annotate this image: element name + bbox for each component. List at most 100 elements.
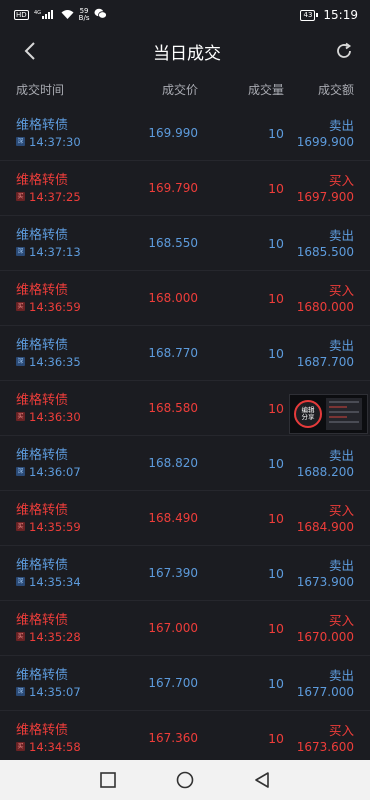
trade-time: 14:35:07 bbox=[29, 684, 81, 699]
trade-side: 卖出 bbox=[328, 557, 354, 573]
trade-amount: 1680.000 bbox=[296, 299, 354, 314]
recent-apps-icon[interactable] bbox=[100, 772, 116, 788]
trade-time-cell: 维格转债买 14:37:25 bbox=[16, 172, 122, 205]
trade-amount: 1685.500 bbox=[296, 244, 354, 259]
trade-price: 168.820 bbox=[148, 456, 198, 470]
exchange-tag: 深 bbox=[16, 577, 25, 586]
trade-time: 14:34:58 bbox=[29, 739, 81, 754]
trade-side: 卖出 bbox=[328, 447, 354, 463]
wechat-icon bbox=[94, 8, 108, 22]
trade-row[interactable]: 维格转债深 14:35:07 167.700 10 卖出 1677.000 bbox=[0, 656, 370, 711]
trade-row[interactable]: 维格转债买 14:35:59 168.490 10 买入 1684.900 bbox=[0, 491, 370, 546]
trade-time-cell: 维格转债买 14:35:59 bbox=[16, 502, 122, 535]
trade-time: 14:37:13 bbox=[29, 244, 81, 259]
bond-name: 维格转债 bbox=[16, 227, 69, 243]
trade-volume: 10 bbox=[268, 345, 284, 361]
trade-row[interactable]: 维格转债深 14:37:13 168.550 10 卖出 1685.500 bbox=[0, 216, 370, 271]
trade-side: 卖出 bbox=[328, 337, 354, 353]
trade-price: 168.490 bbox=[148, 511, 198, 525]
trade-row[interactable]: 维格转债买 14:34:58 167.360 10 买入 1673.600 bbox=[0, 711, 370, 766]
trade-price: 169.990 bbox=[148, 126, 198, 140]
exchange-tag: 买 bbox=[16, 742, 25, 751]
trade-price: 168.770 bbox=[148, 346, 198, 360]
trade-price: 167.700 bbox=[148, 676, 198, 690]
bond-name: 维格转债 bbox=[16, 502, 69, 518]
refresh-button[interactable] bbox=[330, 37, 358, 65]
trade-amount: 1697.900 bbox=[296, 189, 354, 204]
edit-share-button[interactable]: 编辑 分享 bbox=[294, 400, 322, 428]
trade-amount-cell: 卖出 1677.000 bbox=[284, 667, 354, 700]
bond-name: 维格转债 bbox=[16, 722, 69, 738]
trade-row[interactable]: 维格转债深 14:36:07 168.820 10 卖出 1688.200 bbox=[0, 436, 370, 491]
trade-side: 买入 bbox=[328, 722, 354, 738]
exchange-tag: 深 bbox=[16, 137, 25, 146]
exchange-tag: 深 bbox=[16, 357, 25, 366]
trade-amount-cell: 卖出 1688.200 bbox=[284, 447, 354, 480]
bond-name: 维格转债 bbox=[16, 667, 69, 683]
trade-price: 168.000 bbox=[148, 291, 198, 305]
page-title: 当日成交 bbox=[153, 43, 221, 64]
trade-row[interactable]: 维格转债买 14:36:59 168.000 10 买入 1680.000 bbox=[0, 271, 370, 326]
trade-amount-cell: 买入 1673.600 bbox=[284, 722, 354, 755]
back-nav-icon[interactable] bbox=[254, 772, 270, 788]
trade-price: 167.390 bbox=[148, 566, 198, 580]
back-button[interactable] bbox=[16, 37, 44, 65]
battery-icon: 43 bbox=[300, 9, 319, 21]
trade-row[interactable]: 维格转债深 14:36:35 168.770 10 卖出 1687.700 bbox=[0, 326, 370, 381]
trade-amount-cell: 卖出 1685.500 bbox=[284, 227, 354, 260]
nav-bar: 当日成交 bbox=[0, 30, 370, 72]
trade-time: 14:36:59 bbox=[29, 299, 81, 314]
trade-price: 169.790 bbox=[148, 181, 198, 195]
trade-amount-cell: 卖出 1687.700 bbox=[284, 337, 354, 370]
trade-time: 14:36:30 bbox=[29, 409, 81, 424]
trade-volume: 10 bbox=[268, 125, 284, 141]
bond-name: 维格转债 bbox=[16, 612, 69, 628]
trade-volume: 10 bbox=[268, 235, 284, 251]
exchange-tag: 买 bbox=[16, 192, 25, 201]
header-price: 成交价 bbox=[161, 82, 198, 97]
trade-row[interactable]: 维格转债买 14:37:25 169.790 10 买入 1697.900 bbox=[0, 161, 370, 216]
trade-time-cell: 维格转债深 14:36:35 bbox=[16, 337, 122, 370]
exchange-tag: 买 bbox=[16, 522, 25, 531]
status-left: HD 4G 59 B/s bbox=[14, 8, 108, 22]
trade-amount-cell: 买入 1670.000 bbox=[284, 612, 354, 645]
exchange-tag: 买 bbox=[16, 632, 25, 641]
svg-text:4G: 4G bbox=[34, 10, 41, 16]
trade-side: 买入 bbox=[328, 282, 354, 298]
trade-amount: 1684.900 bbox=[296, 519, 354, 534]
trade-price: 167.000 bbox=[148, 621, 198, 635]
trade-time-cell: 维格转债深 14:35:07 bbox=[16, 667, 122, 700]
trade-amount: 1699.900 bbox=[296, 134, 354, 149]
exchange-tag: 深 bbox=[16, 687, 25, 696]
trade-amount-cell: 买入 1697.900 bbox=[284, 172, 354, 205]
trade-volume: 10 bbox=[268, 620, 284, 636]
exchange-tag: 买 bbox=[16, 412, 25, 421]
trade-time-cell: 维格转债深 14:35:34 bbox=[16, 557, 122, 590]
trade-row[interactable]: 维格转债深 14:37:30 169.990 10 卖出 1699.900 bbox=[0, 106, 370, 161]
trade-list: 维格转债深 14:37:30 169.990 10 卖出 1699.900 维格转债买 14:… bbox=[0, 106, 370, 766]
home-icon[interactable] bbox=[176, 771, 194, 789]
trade-time: 14:36:07 bbox=[29, 464, 81, 479]
trade-price: 168.580 bbox=[148, 401, 198, 415]
signal-icon: 4G bbox=[34, 9, 56, 22]
status-right: 43 15:19 bbox=[300, 8, 358, 22]
refresh-icon bbox=[337, 42, 352, 58]
trade-amount-cell: 卖出 1699.900 bbox=[284, 117, 354, 150]
trade-volume: 10 bbox=[268, 565, 284, 581]
trade-time-cell: 维格转债买 14:34:58 bbox=[16, 722, 122, 755]
bond-name: 维格转债 bbox=[16, 282, 69, 298]
header-time: 成交时间 bbox=[16, 82, 65, 97]
screenshot-thumbnail[interactable] bbox=[326, 398, 362, 430]
trade-time: 14:35:59 bbox=[29, 519, 81, 534]
system-nav-bar bbox=[0, 760, 370, 800]
trade-amount-cell: 卖出 1673.900 bbox=[284, 557, 354, 590]
trade-time-cell: 维格转债深 14:37:13 bbox=[16, 227, 122, 260]
trade-time: 14:35:28 bbox=[29, 629, 81, 644]
trade-volume: 10 bbox=[268, 455, 284, 471]
floating-share-widget[interactable]: 编辑 分享 bbox=[289, 394, 368, 434]
trade-row[interactable]: 维格转债深 14:35:34 167.390 10 卖出 1673.900 bbox=[0, 546, 370, 601]
trade-time-cell: 维格转债买 14:35:28 bbox=[16, 612, 122, 645]
bond-name: 维格转债 bbox=[16, 447, 69, 463]
trade-row[interactable]: 维格转债买 14:35:28 167.000 10 买入 1670.000 bbox=[0, 601, 370, 656]
trade-price: 168.550 bbox=[148, 236, 198, 250]
